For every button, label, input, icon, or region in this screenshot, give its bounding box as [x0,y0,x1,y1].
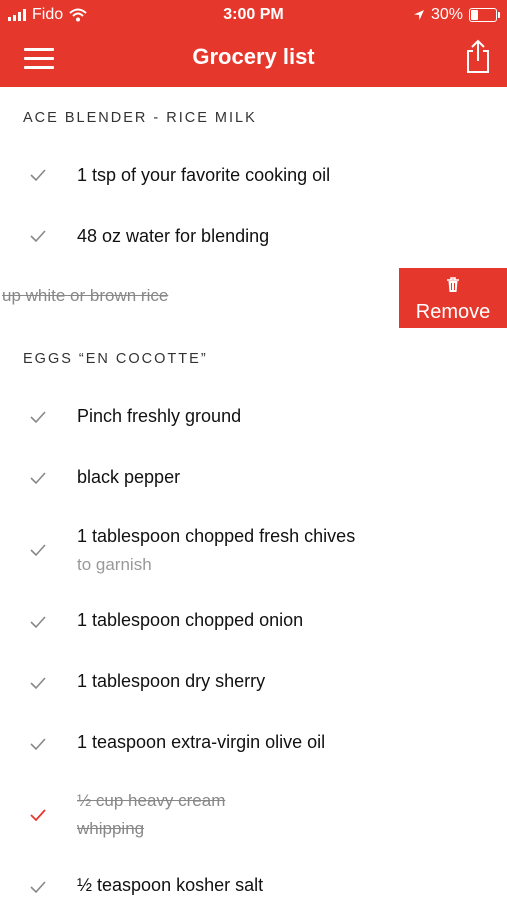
item-note: whipping [77,819,145,838]
trash-icon [447,277,459,292]
item-label: black pepper [77,467,181,487]
item-note: to garnish [77,555,152,574]
checkmark-icon[interactable] [28,407,48,427]
app-header: Fido 3:00 PM 30% Grocery list [0,0,507,87]
checkmark-icon[interactable] [28,612,48,632]
item-label: ½ teaspoon kosher salt [77,875,264,895]
item-label: 1 tablespoon dry sherry [77,671,266,691]
list-item[interactable]: 1 tsp of your favorite cooking oil [0,145,507,205]
list-item[interactable]: black pepper [0,447,507,507]
list-item[interactable]: 1 tablespoon dry sherry [0,651,507,711]
section-title: ACE BLENDER - RICE MILK [23,110,257,126]
checkmark-icon[interactable] [28,673,48,693]
checkmark-icon[interactable] [28,468,48,488]
status-bar: Fido 3:00 PM 30% [0,0,507,32]
share-button[interactable] [463,38,493,74]
location-arrow-icon [413,10,424,20]
item-label: 1 tablespoon chopped onion [77,610,304,630]
checkmark-icon[interactable] [28,877,48,897]
list-item[interactable]: 1 teaspoon extra-virgin olive oil [0,712,507,772]
remove-label: Remove [415,301,491,323]
list-item[interactable]: 48 oz water for blending [0,206,507,266]
item-label: 48 oz water for blending [77,226,270,246]
item-label: 1 teaspoon extra-virgin olive oil [77,732,326,752]
item-label: 1 tablespoon chopped fresh chives [77,526,356,546]
remove-button[interactable]: Remove [399,268,507,328]
list-item[interactable]: ½ teaspoon kosher salt [0,855,507,915]
nav-bar: Grocery list [0,32,507,87]
battery-percent: 30% [430,6,463,23]
page-title: Grocery list [192,44,315,69]
item-label: Pinch freshly ground [77,406,242,426]
list-item[interactable]: 1 tablespoon chopped onion [0,590,507,650]
checkmark-icon[interactable] [28,540,48,560]
checkmark-icon[interactable] [28,165,48,185]
battery-icon [469,8,500,22]
item-label: up white or brown rice [2,286,169,305]
item-label: 1 tsp of your favorite cooking oil [77,165,331,185]
list-item[interactable]: Pinch freshly ground [0,386,507,446]
section-title: EGGS “EN COCOTTE” [23,351,208,367]
checkmark-icon-active[interactable] [28,805,48,825]
checkmark-icon[interactable] [28,734,48,754]
checkmark-icon[interactable] [28,226,48,246]
item-label: ½ cup heavy cream [77,791,226,810]
list-item[interactable]: 1 tablespoon chopped fresh chives to gar… [0,508,507,582]
list-item-checked[interactable]: ½ cup heavy cream whipping [0,773,507,847]
